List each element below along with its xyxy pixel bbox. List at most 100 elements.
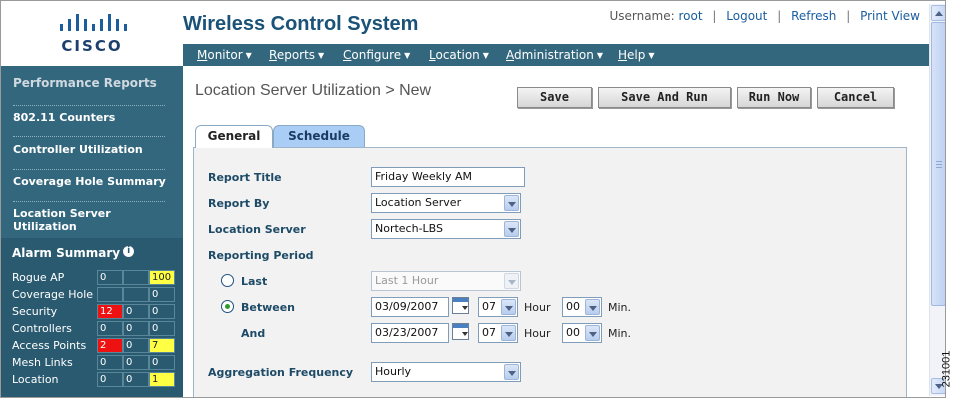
- location-server-value: Nortech-LBS: [375, 222, 444, 235]
- cisco-bars-icon: [60, 14, 127, 31]
- alarm-row-label: Controllers: [12, 322, 72, 335]
- between-min-select[interactable]: 00: [562, 297, 602, 317]
- refresh-link[interactable]: Refresh: [791, 9, 836, 23]
- info-icon[interactable]: i: [123, 246, 135, 257]
- alarm-row[interactable]: Access Points 2 0 7: [9, 338, 181, 353]
- username: root: [678, 9, 703, 23]
- aggregation-frequency-select[interactable]: Hourly: [371, 362, 521, 382]
- tab-schedule[interactable]: Schedule: [273, 125, 365, 147]
- alarm-count-cell[interactable]: 12: [97, 304, 123, 319]
- alarm-count-cell[interactable]: 0: [123, 304, 149, 319]
- menu-configure[interactable]: Configure ▼: [343, 48, 410, 62]
- alarm-row-label: Coverage Hole: [12, 288, 94, 301]
- menu-administration[interactable]: Administration ▼: [506, 48, 603, 62]
- report-title-input[interactable]: Friday Weekly AM: [371, 167, 525, 187]
- sidebar: Performance Reports 802.11 Counters Cont…: [1, 66, 183, 397]
- alarm-count-cell[interactable]: 0: [97, 372, 123, 387]
- logout-link[interactable]: Logout: [726, 9, 767, 23]
- alarm-summary-title: Alarm Summary i: [12, 246, 135, 261]
- menu-label: onitor: [207, 48, 243, 62]
- alarm-summary-panel: Alarm Summary i Rogue AP 0 100 Coverage Hole…: [1, 238, 183, 397]
- caret-down-icon: ▼: [245, 51, 252, 60]
- alarm-row[interactable]: Mesh Links 0 0 0: [9, 355, 181, 370]
- location-server-select[interactable]: Nortech-LBS: [371, 219, 521, 239]
- sidebar-divider: [13, 201, 165, 202]
- alarm-count-cell[interactable]: 2: [97, 338, 123, 353]
- report-by-select[interactable]: Location Server: [371, 193, 521, 213]
- sidebar-item-controller-utilization[interactable]: Controller Utilization: [13, 143, 177, 156]
- alarm-count-cell[interactable]: 0: [149, 355, 175, 370]
- caret-down-icon: ▼: [596, 51, 603, 60]
- alarm-count-cell[interactable]: [123, 270, 149, 285]
- min-label: Min.: [608, 327, 632, 340]
- between-hour-select[interactable]: 07: [478, 297, 518, 317]
- between-date-input[interactable]: 03/09/2007: [371, 297, 449, 317]
- main-content: Location Server Utilization > New Save S…: [183, 66, 929, 397]
- and-hour-value: 07: [482, 326, 496, 339]
- dropdown-arrow-icon: [585, 325, 600, 341]
- separator: |: [777, 9, 782, 23]
- alarm-row[interactable]: Coverage Hole 0: [9, 287, 181, 302]
- menu-reports[interactable]: Reports ▼: [269, 48, 324, 62]
- menu-label: eports: [276, 48, 316, 62]
- page-title: Location Server Utilization > New: [195, 82, 432, 99]
- alarm-count-cell[interactable]: 100: [149, 270, 175, 285]
- sidebar-item-80211-counters[interactable]: 802.11 Counters: [13, 111, 177, 124]
- print-view-link[interactable]: Print View: [860, 9, 920, 23]
- and-label: And: [241, 327, 266, 340]
- scrollbar-thumb[interactable]: [931, 22, 945, 306]
- alarm-count-cell[interactable]: [123, 287, 149, 302]
- save-and-run-button[interactable]: Save And Run: [598, 87, 731, 108]
- reporting-period-label: Reporting Period: [208, 249, 314, 262]
- alarm-count-cell[interactable]: 0: [97, 321, 123, 336]
- and-hour-select[interactable]: 07: [478, 323, 518, 343]
- alarm-row[interactable]: Rogue AP 0 100: [9, 270, 181, 285]
- save-button[interactable]: Save: [517, 87, 592, 108]
- last-period-select[interactable]: Last 1 Hour: [371, 271, 521, 291]
- tab-general[interactable]: General: [195, 125, 273, 148]
- run-now-button[interactable]: Run Now: [737, 87, 811, 108]
- cancel-button[interactable]: Cancel: [817, 87, 894, 108]
- alarm-count-cell[interactable]: 0: [123, 338, 149, 353]
- calendar-icon[interactable]: [452, 297, 469, 314]
- alarm-count-cell[interactable]: 0: [149, 321, 175, 336]
- alarm-count-cell[interactable]: 1: [149, 372, 175, 387]
- alarm-count-cell[interactable]: 7: [149, 338, 175, 353]
- calendar-icon[interactable]: [452, 323, 469, 340]
- menu-label: dministration: [514, 48, 594, 62]
- alarm-count-cell[interactable]: 0: [97, 355, 123, 370]
- sidebar-divider: [13, 169, 165, 170]
- report-title-label: Report Title: [208, 171, 282, 184]
- alarm-count-cell[interactable]: 0: [97, 270, 123, 285]
- and-date-input[interactable]: 03/23/2007: [371, 323, 449, 343]
- between-min-value: 00: [566, 300, 580, 313]
- alarm-row[interactable]: Location 0 0 1: [9, 372, 181, 387]
- menu-help[interactable]: Help ▼: [618, 48, 655, 62]
- cisco-logo: CISCO: [1, 1, 183, 65]
- sidebar-item-location-server-utilization[interactable]: Location Server Utilization: [13, 207, 133, 233]
- separator: |: [846, 9, 851, 23]
- alarm-row[interactable]: Controllers 0 0 0: [9, 321, 181, 336]
- menu-monitor[interactable]: Monitor ▼: [197, 48, 252, 62]
- and-min-select[interactable]: 00: [562, 323, 602, 343]
- menu-accesskey: H: [618, 48, 628, 62]
- menu-location[interactable]: Location ▼: [429, 48, 489, 62]
- hour-label: Hour: [524, 327, 551, 340]
- alarm-count-cell[interactable]: 0: [123, 321, 149, 336]
- alarm-count-cell[interactable]: [97, 287, 123, 302]
- alarm-count-cell[interactable]: 0: [149, 287, 175, 302]
- vertical-scrollbar[interactable]: [929, 4, 945, 396]
- last-radio[interactable]: [221, 274, 234, 287]
- figure-id: 231001: [940, 345, 960, 395]
- alarm-count-cell[interactable]: 0: [123, 355, 149, 370]
- sidebar-item-coverage-hole-summary[interactable]: Coverage Hole Summary: [13, 175, 177, 188]
- last-period-value: Last 1 Hour: [375, 274, 439, 287]
- alarm-row[interactable]: Security 12 0 0: [9, 304, 181, 319]
- alarm-count-cell[interactable]: 0: [123, 372, 149, 387]
- caret-down-icon: ▼: [648, 51, 655, 60]
- alarm-count-cell[interactable]: 0: [149, 304, 175, 319]
- scroll-up-icon[interactable]: [931, 5, 945, 21]
- between-radio[interactable]: [221, 300, 234, 313]
- menu-accesskey: M: [197, 48, 208, 62]
- min-label: Min.: [608, 301, 632, 314]
